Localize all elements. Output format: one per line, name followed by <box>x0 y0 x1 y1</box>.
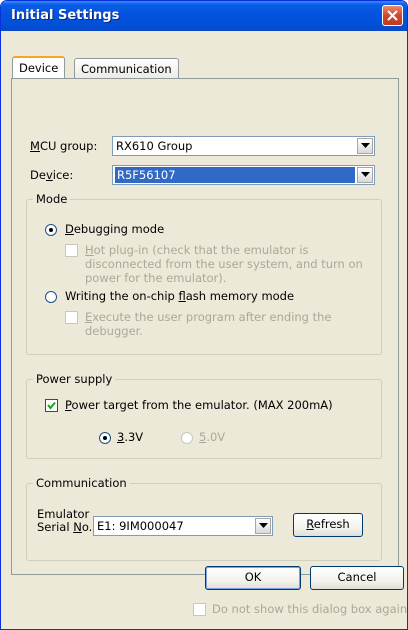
dialog-client-area: Device Communication MCU group: RX610 Gr… <box>4 31 407 626</box>
tab-device[interactable]: Device <box>12 56 66 78</box>
initial-settings-dialog: Initial Settings Device Communication MC… <box>0 0 408 630</box>
dont-show-again-checkbox[interactable] <box>193 603 206 616</box>
communication-group-title: Communication <box>33 476 130 490</box>
refresh-button-label: Refresh <box>306 517 350 531</box>
serial-dropdown-button[interactable] <box>255 518 271 534</box>
dont-show-again-label: Do not show this dialog box again. <box>212 602 408 616</box>
voltage-5-0v-label: 5.0V <box>199 430 226 444</box>
emulator-serial-select[interactable]: E1: 9IM000047 <box>93 516 273 536</box>
mode-group-title: Mode <box>33 192 71 206</box>
checkmark-icon <box>47 401 56 410</box>
tab-communication-label: Communication <box>81 62 172 76</box>
title-bar[interactable]: Initial Settings <box>1 1 407 31</box>
power-supply-group-title: Power supply <box>33 372 116 386</box>
mcu-group-value: RX610 Group <box>116 139 193 153</box>
mcu-group-label: MCU group: <box>30 139 98 153</box>
tab-communication[interactable]: Communication <box>74 58 179 78</box>
device-tab-panel: MCU group: RX610 Group Device: R5F56107 … <box>11 78 399 575</box>
execute-user-program-label: Execute the user program after ending th… <box>85 310 332 338</box>
debugging-mode-radio[interactable] <box>45 224 57 236</box>
chevron-down-icon <box>361 172 370 177</box>
power-supply-group: Power supply Power target from the emula… <box>26 372 382 459</box>
power-target-checkbox[interactable] <box>45 399 58 412</box>
voltage-3-3v-radio[interactable] <box>99 432 111 444</box>
ok-button-label: OK <box>244 570 262 584</box>
refresh-button[interactable]: Refresh <box>293 513 363 537</box>
hot-plug-in-label: Hot plug-in (check that the emulator is … <box>85 243 363 285</box>
close-icon <box>387 10 398 21</box>
power-target-label: Power target from the emulator. (MAX 200… <box>65 398 333 412</box>
mcu-group-select[interactable]: RX610 Group <box>112 136 375 156</box>
voltage-3-3v-label: 3.3V <box>117 430 144 444</box>
debugging-mode-label: Debugging mode <box>65 222 165 236</box>
execute-user-program-checkbox[interactable] <box>65 311 78 324</box>
window-title: Initial Settings <box>11 8 120 23</box>
emulator-serial-value: E1: 9IM000047 <box>97 519 184 533</box>
hot-plug-in-checkbox[interactable] <box>65 244 78 257</box>
writing-flash-mode-label: Writing the on-chip flash memory mode <box>65 289 295 303</box>
emulator-serial-label: Emulator Serial No.: <box>37 507 97 534</box>
voltage-5-0v-radio[interactable] <box>181 432 193 444</box>
device-select[interactable]: R5F56107 <box>112 165 375 185</box>
device-value: R5F56107 <box>115 167 355 183</box>
chevron-down-icon <box>361 143 370 148</box>
communication-group: Communication Emulator Serial No.: E1: 9… <box>26 476 382 561</box>
tab-device-label: Device <box>19 61 59 75</box>
writing-flash-mode-radio[interactable] <box>45 291 57 303</box>
ok-button[interactable]: OK <box>205 566 301 590</box>
cancel-button[interactable]: Cancel <box>310 566 404 590</box>
mcu-group-dropdown-button[interactable] <box>357 138 373 154</box>
device-dropdown-button[interactable] <box>357 167 373 183</box>
close-button[interactable] <box>382 5 403 26</box>
device-label: Device: <box>30 168 74 182</box>
mode-group: Mode Debugging mode Hot plug-in (check t… <box>26 192 382 355</box>
cancel-button-label: Cancel <box>337 570 377 584</box>
chevron-down-icon <box>259 523 268 528</box>
